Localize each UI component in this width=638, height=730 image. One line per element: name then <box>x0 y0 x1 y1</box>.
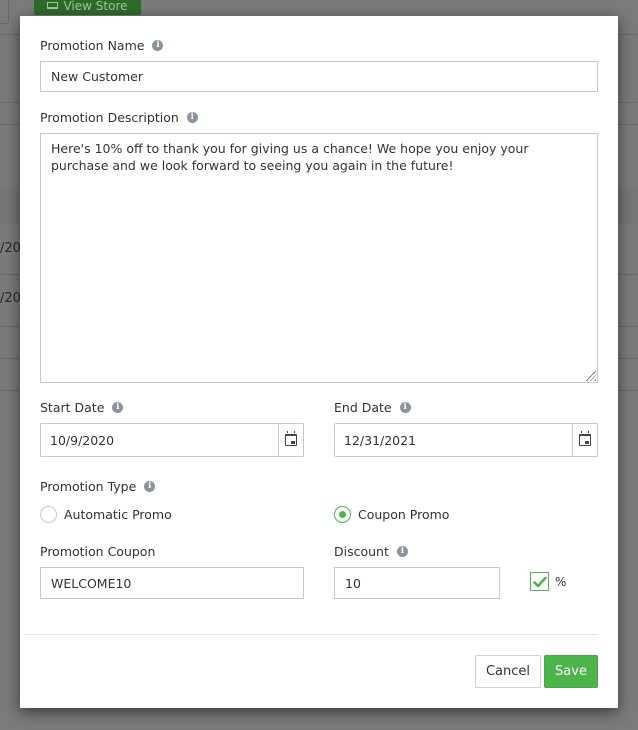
radio-label: Automatic Promo <box>64 507 172 522</box>
start-date-label: Start Date i <box>40 400 124 415</box>
laptop-icon <box>47 2 59 9</box>
info-icon[interactable]: i <box>112 402 124 413</box>
end-date-input-group: 12/31/2021 <box>334 423 598 457</box>
info-icon[interactable]: i <box>399 402 411 413</box>
radio-label: Coupon Promo <box>358 507 450 522</box>
promotion-name-label-text: Promotion Name <box>40 38 145 53</box>
end-date-input[interactable]: 12/31/2021 <box>335 424 572 456</box>
percent-checkbox[interactable] <box>530 572 549 591</box>
start-date-label-text: Start Date <box>40 400 105 415</box>
radio-coupon-promo[interactable]: Coupon Promo <box>334 506 449 523</box>
edit-promotion-modal: Promotion Name i New Customer Promotion … <box>20 16 618 708</box>
radio-button[interactable] <box>40 506 57 523</box>
promotion-coupon-input[interactable]: WELCOME10 <box>40 567 304 599</box>
promotion-name-label: Promotion Name i <box>40 38 164 53</box>
calendar-icon <box>579 431 591 446</box>
discount-input[interactable]: 10 <box>334 567 500 599</box>
promotion-description-value: Here's 10% off to thank you for giving u… <box>51 141 529 173</box>
calendar-icon <box>285 431 297 446</box>
start-date-input[interactable]: 10/9/2020 <box>41 424 278 456</box>
background-date-text: /20 <box>0 241 21 256</box>
radio-button-checked[interactable] <box>334 506 351 523</box>
promotion-description-textarea[interactable]: Here's 10% off to thank you for giving u… <box>40 133 598 383</box>
start-date-input-group: 10/9/2020 <box>40 423 304 457</box>
end-date-label: End Date i <box>334 400 411 415</box>
discount-value: 10 <box>345 575 361 591</box>
promotion-description-label-text: Promotion Description <box>40 110 179 125</box>
view-store-button: View Store <box>34 0 141 15</box>
end-date-value: 12/31/2021 <box>344 432 417 448</box>
start-date-calendar-button[interactable] <box>278 424 303 456</box>
background-button <box>0 0 9 24</box>
percent-label: % <box>555 574 567 589</box>
promotion-coupon-label-text: Promotion Coupon <box>40 544 156 559</box>
promotion-coupon-label: Promotion Coupon <box>40 544 155 559</box>
cancel-button[interactable]: Cancel <box>475 655 541 688</box>
info-icon[interactable]: i <box>144 481 156 492</box>
start-date-value: 10/9/2020 <box>50 432 115 448</box>
promotion-coupon-value: WELCOME10 <box>51 575 132 591</box>
discount-label-text: Discount <box>334 544 389 559</box>
info-icon[interactable]: i <box>396 546 408 557</box>
end-date-calendar-button[interactable] <box>572 424 597 456</box>
promotion-description-label: Promotion Description i <box>40 110 198 125</box>
save-button[interactable]: Save <box>544 655 598 688</box>
check-icon <box>532 576 547 587</box>
info-icon[interactable]: i <box>186 112 198 123</box>
promotion-type-label-text: Promotion Type <box>40 479 137 494</box>
resize-handle[interactable] <box>585 370 596 381</box>
promotion-name-input[interactable]: New Customer <box>40 61 598 92</box>
promotion-name-value: New Customer <box>51 69 143 84</box>
discount-label: Discount i <box>334 544 408 559</box>
radio-automatic-promo[interactable]: Automatic Promo <box>40 506 172 523</box>
view-store-label: View Store <box>63 0 128 13</box>
info-icon[interactable]: i <box>152 40 164 51</box>
footer-divider <box>25 634 598 635</box>
background-date-text: /20 <box>0 291 21 306</box>
end-date-label-text: End Date <box>334 400 392 415</box>
promotion-type-label: Promotion Type i <box>40 479 156 494</box>
percent-toggle[interactable]: % <box>530 572 566 591</box>
